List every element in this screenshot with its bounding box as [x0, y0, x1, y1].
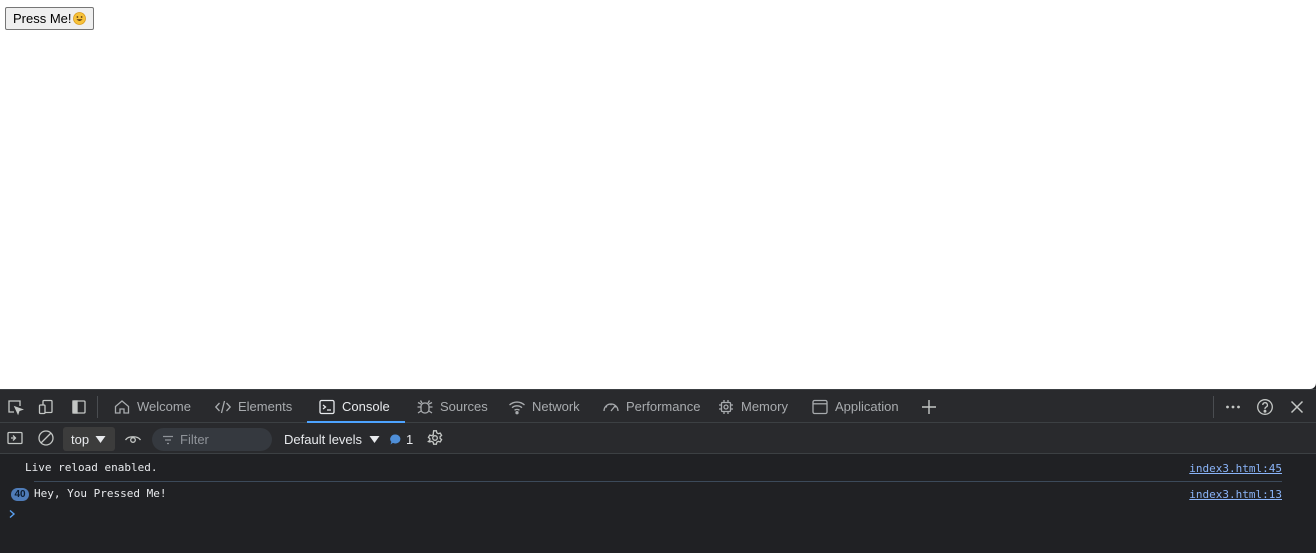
- console-output: Live reload enabled. index3.html:45 40 H…: [0, 454, 1316, 553]
- repeat-count-badge: 40: [11, 488, 29, 501]
- filter-icon: [162, 434, 174, 446]
- more-options-icon[interactable]: [1224, 398, 1242, 416]
- console-message: Live reload enabled. index3.html:45: [0, 454, 1316, 479]
- devtools-panel: Welcome Elements Console Sources Network: [0, 389, 1316, 553]
- show-sidebar-icon[interactable]: [6, 429, 24, 447]
- bug-icon: [416, 398, 434, 416]
- chevron-down-icon: [369, 435, 380, 444]
- tab-network[interactable]: Network: [508, 390, 580, 423]
- tabbar-separator: [1213, 396, 1214, 418]
- tabbar-separator: [97, 396, 98, 418]
- tab-performance[interactable]: Performance: [602, 390, 700, 423]
- press-me-button[interactable]: Press Me!: [5, 7, 94, 30]
- tab-sources[interactable]: Sources: [416, 390, 488, 423]
- context-selector[interactable]: top: [63, 427, 115, 451]
- log-levels-dropdown[interactable]: Default levels: [284, 427, 380, 451]
- prompt-chevron-icon: [8, 509, 16, 519]
- tab-label: Elements: [238, 399, 293, 414]
- wifi-icon: [508, 398, 526, 416]
- gauge-icon: [602, 398, 620, 416]
- chevron-down-icon: [95, 435, 106, 444]
- tab-label: Memory: [741, 399, 788, 414]
- inspect-element-icon[interactable]: [6, 398, 24, 416]
- live-expression-icon[interactable]: [124, 429, 142, 447]
- clear-console-icon[interactable]: [37, 429, 55, 447]
- console-message: 40 Hey, You Pressed Me! index3.html:13: [0, 480, 1316, 505]
- device-emulation-icon[interactable]: [37, 398, 55, 416]
- log-levels-label: Default levels: [284, 431, 363, 447]
- tab-application[interactable]: Application: [811, 390, 899, 423]
- tab-label: Performance: [626, 399, 701, 414]
- help-icon[interactable]: [1256, 398, 1274, 416]
- console-message-text: Hey, You Pressed Me!: [34, 487, 167, 500]
- add-tab-icon[interactable]: [920, 398, 938, 416]
- console-source-link[interactable]: index3.html:13: [1189, 488, 1282, 501]
- message-bubble-icon: [389, 433, 402, 446]
- tab-label: Application: [835, 399, 899, 414]
- tab-label: Console: [342, 399, 390, 414]
- context-value: top: [71, 431, 90, 447]
- filter-input[interactable]: [180, 432, 260, 447]
- press-me-label: Press Me!: [13, 11, 72, 26]
- issues-counter[interactable]: 1: [389, 427, 413, 451]
- issues-count: 1: [406, 431, 414, 447]
- console-icon: [318, 398, 336, 416]
- tab-label: Sources: [440, 399, 488, 414]
- dock-side-icon[interactable]: [70, 398, 88, 416]
- console-prompt[interactable]: [8, 509, 16, 519]
- devtools-tabbar: Welcome Elements Console Sources Network: [0, 390, 1316, 423]
- code-icon: [214, 398, 232, 416]
- window-icon: [811, 398, 829, 416]
- chip-icon: [717, 398, 735, 416]
- tab-memory[interactable]: Memory: [717, 390, 788, 423]
- grinning-face-icon: [72, 12, 86, 25]
- console-toolbar: top Default levels 1: [0, 423, 1316, 454]
- tab-console[interactable]: Console: [307, 390, 405, 423]
- page-viewport: Press Me!: [0, 0, 1316, 389]
- console-message-text: Live reload enabled.: [25, 461, 158, 474]
- console-source-link[interactable]: index3.html:45: [1189, 462, 1282, 475]
- tab-label: Network: [532, 399, 580, 414]
- tab-elements[interactable]: Elements: [214, 390, 292, 423]
- close-icon[interactable]: [1288, 398, 1306, 416]
- console-settings-icon[interactable]: [426, 429, 444, 447]
- filter-box[interactable]: [152, 428, 272, 451]
- tab-welcome[interactable]: Welcome: [113, 390, 191, 423]
- home-icon: [113, 398, 131, 416]
- tab-label: Welcome: [137, 399, 191, 414]
